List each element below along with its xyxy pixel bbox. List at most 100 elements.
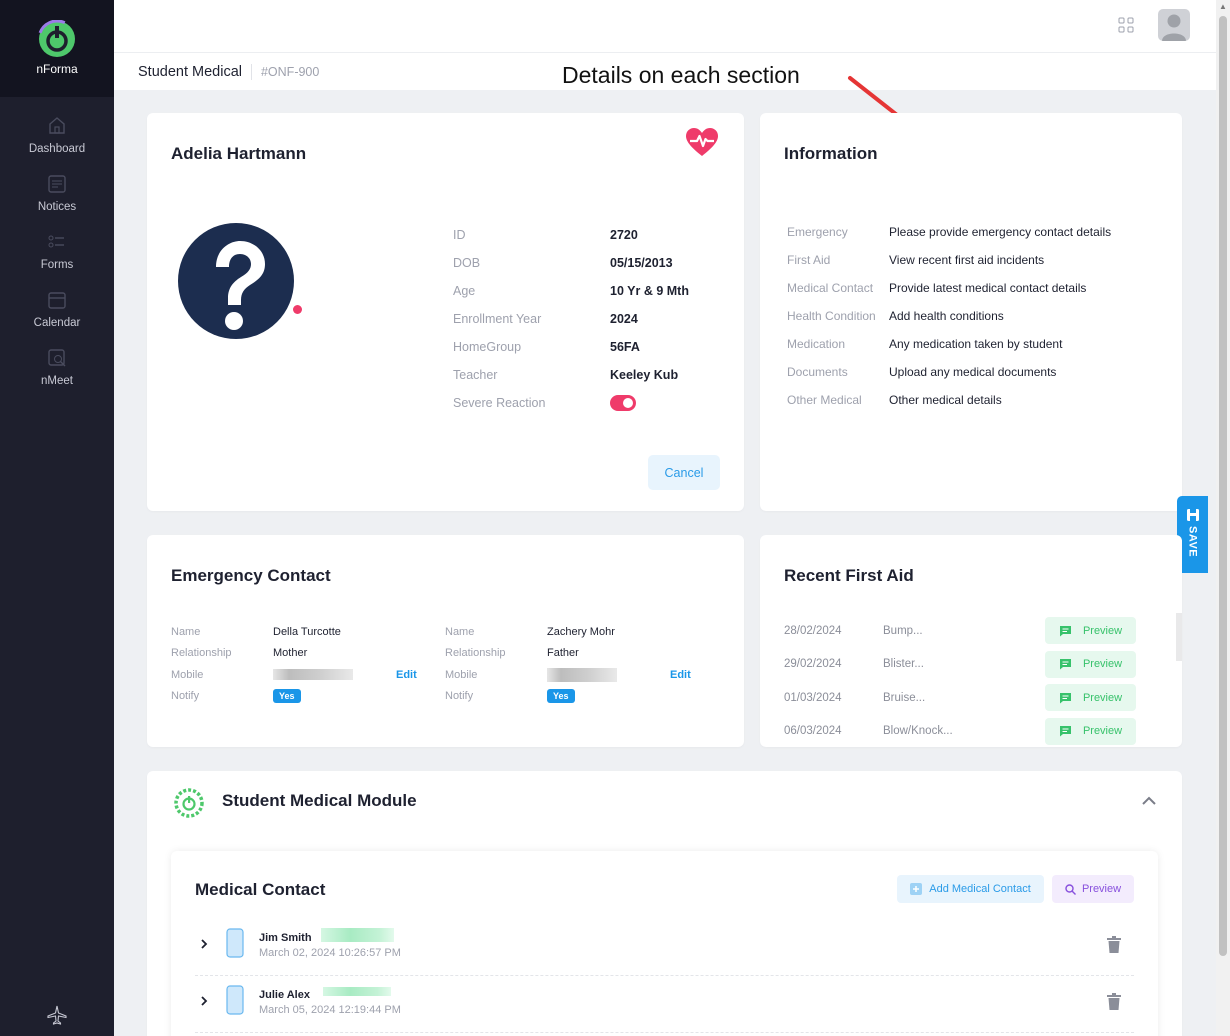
student-card: Adelia Hartmann ID 2720 DOB 05/15/2013 Age… bbox=[147, 113, 744, 511]
first-aid-title: Recent First Aid bbox=[784, 566, 914, 585]
nav-forms-label: Forms bbox=[40, 259, 74, 271]
first-aid-date: 06/03/2024 bbox=[784, 725, 842, 738]
plus-square-icon bbox=[910, 883, 923, 895]
information-label: Medical Contact bbox=[787, 281, 874, 295]
information-value: Add health conditions bbox=[889, 309, 1004, 323]
medical-contact-row[interactable]: Jim Smith March 02, 2024 10:26:57 PM bbox=[195, 920, 1134, 976]
preview-label: Preview bbox=[1082, 725, 1123, 738]
medical-module-card: Student Medical Module Medical Contact A… bbox=[147, 771, 1182, 1036]
first-aid-preview-button[interactable]: Preview bbox=[1045, 617, 1136, 645]
first-aid-scrollbar[interactable] bbox=[1176, 613, 1182, 661]
student-details: ID 2720 DOB 05/15/2013 Age 10 Yr & 9 Mth En… bbox=[453, 221, 689, 417]
contact-row: Notify Yes bbox=[171, 686, 353, 708]
redacted-info bbox=[321, 928, 394, 942]
medical-contact-preview-button[interactable]: Preview bbox=[1052, 875, 1134, 903]
chevron-right-icon[interactable] bbox=[200, 938, 208, 950]
search-icon bbox=[1065, 883, 1076, 895]
trash-icon[interactable] bbox=[1106, 936, 1122, 954]
page-title: Student Medical bbox=[138, 63, 242, 80]
contact-row: Mobile Edit bbox=[171, 664, 417, 686]
first-aid-date: 28/02/2024 bbox=[784, 624, 842, 637]
contact-label: Notify bbox=[445, 690, 474, 703]
information-label: Health Condition bbox=[787, 309, 876, 323]
detail-value: 05/15/2013 bbox=[610, 256, 673, 270]
medical-contact-name: Julie Alex bbox=[259, 989, 310, 1001]
information-card: Information Emergency Please provide emer… bbox=[760, 113, 1182, 511]
information-row: Medical Contact Provide latest medical co… bbox=[787, 274, 1111, 302]
detail-label: Age bbox=[453, 284, 476, 298]
brand[interactable]: nForma bbox=[0, 0, 114, 97]
medical-module-icon bbox=[174, 788, 204, 818]
nforma-logo-icon bbox=[38, 20, 76, 58]
nav-notices[interactable]: Notices bbox=[0, 173, 114, 213]
medical-contact-row[interactable]: Julie Alex March 05, 2024 12:19:44 PM bbox=[195, 977, 1134, 1033]
medical-contact-name: Jim Smith bbox=[259, 932, 312, 944]
nav-calendar-label: Calendar bbox=[33, 317, 81, 329]
forms-icon bbox=[48, 235, 64, 248]
detail-label: Enrollment Year bbox=[453, 312, 542, 326]
severe-reaction-toggle[interactable] bbox=[610, 395, 636, 411]
add-medical-contact-button[interactable]: Add Medical Contact bbox=[897, 875, 1044, 903]
nav-dashboard-label: Dashboard bbox=[28, 143, 86, 155]
calendar-icon bbox=[48, 292, 66, 309]
edit-mobile-link[interactable]: Edit bbox=[396, 669, 417, 681]
apps-grid-icon[interactable] bbox=[1118, 17, 1134, 33]
contact-row: Relationship Mother bbox=[171, 643, 353, 665]
contact-label: Name bbox=[445, 625, 475, 638]
page-code: #ONF-900 bbox=[260, 64, 320, 79]
information-list: Emergency Please provide emergency contac… bbox=[787, 218, 1111, 414]
notices-icon bbox=[48, 175, 66, 193]
information-row: First Aid View recent first aid incidents bbox=[787, 246, 1111, 274]
nav-dashboard[interactable]: Dashboard bbox=[0, 115, 114, 155]
nav-forms[interactable]: Forms bbox=[0, 231, 114, 271]
recent-first-aid-card: Recent First Aid 28/02/2024 Bump... Previe… bbox=[760, 535, 1182, 747]
contact-label: Name bbox=[171, 625, 201, 638]
mobile-redacted bbox=[273, 669, 353, 681]
first-aid-row: 01/03/2024 Bruise... Preview bbox=[784, 681, 1136, 715]
comment-icon bbox=[1059, 726, 1071, 737]
first-aid-desc: Bruise... bbox=[883, 691, 926, 704]
notify-badge[interactable]: Yes bbox=[547, 689, 575, 704]
information-value: Other medical details bbox=[889, 393, 1002, 407]
user-avatar[interactable] bbox=[1158, 9, 1190, 41]
information-label: Medication bbox=[787, 337, 846, 351]
detail-row-id: ID 2720 bbox=[453, 221, 689, 249]
cancel-button[interactable]: Cancel bbox=[648, 455, 720, 490]
contact-label: Relationship bbox=[445, 647, 506, 660]
first-aid-row: 29/02/2024 Blister... Preview bbox=[784, 648, 1136, 682]
module-title: Student Medical Module bbox=[222, 791, 417, 810]
information-value: Please provide emergency contact details bbox=[889, 225, 1112, 239]
nav-nmeet[interactable]: nMeet bbox=[0, 347, 114, 387]
first-aid-preview-button[interactable]: Preview bbox=[1045, 684, 1136, 712]
page-scrollbar[interactable]: ▲ bbox=[1216, 0, 1230, 1036]
save-disk-icon bbox=[1186, 509, 1199, 521]
information-value: Any medication taken by student bbox=[889, 337, 1063, 351]
scroll-up-icon[interactable]: ▲ bbox=[1219, 2, 1227, 11]
chevron-right-icon[interactable] bbox=[200, 995, 208, 1007]
information-label: Emergency bbox=[787, 225, 848, 239]
notify-badge[interactable]: Yes bbox=[273, 689, 301, 704]
comment-icon bbox=[1059, 659, 1071, 670]
chevron-up-icon[interactable] bbox=[1141, 794, 1157, 806]
first-aid-list: 28/02/2024 Bump... Preview 29/02/2024 Blist… bbox=[784, 614, 1136, 747]
detail-row-teacher: Teacher Keeley Kub bbox=[453, 361, 689, 389]
airplane-icon[interactable] bbox=[46, 1004, 68, 1026]
edit-mobile-link[interactable]: Edit bbox=[670, 669, 691, 681]
trash-icon[interactable] bbox=[1106, 993, 1122, 1011]
nav-nmeet-label: nMeet bbox=[41, 375, 73, 387]
detail-row-severe-reaction: Severe Reaction bbox=[453, 389, 689, 417]
nav-calendar[interactable]: Calendar bbox=[0, 289, 114, 329]
first-aid-preview-button[interactable]: Preview bbox=[1045, 717, 1136, 745]
first-aid-preview-button[interactable]: Preview bbox=[1045, 650, 1136, 678]
brand-name: nForma bbox=[36, 62, 78, 76]
information-row: Emergency Please provide emergency contac… bbox=[787, 218, 1111, 246]
first-aid-row: 06/03/2024 Blow/Knock... Preview bbox=[784, 715, 1136, 748]
information-label: First Aid bbox=[787, 253, 831, 267]
comment-icon bbox=[1059, 625, 1071, 637]
contact-label: Notify bbox=[171, 690, 200, 703]
scroll-thumb[interactable] bbox=[1219, 16, 1227, 956]
header-divider bbox=[250, 63, 252, 80]
first-aid-desc: Blow/Knock... bbox=[883, 725, 953, 738]
contact-row: Name Zachery Mohr bbox=[445, 621, 617, 643]
preview-label: Preview bbox=[1082, 658, 1123, 671]
